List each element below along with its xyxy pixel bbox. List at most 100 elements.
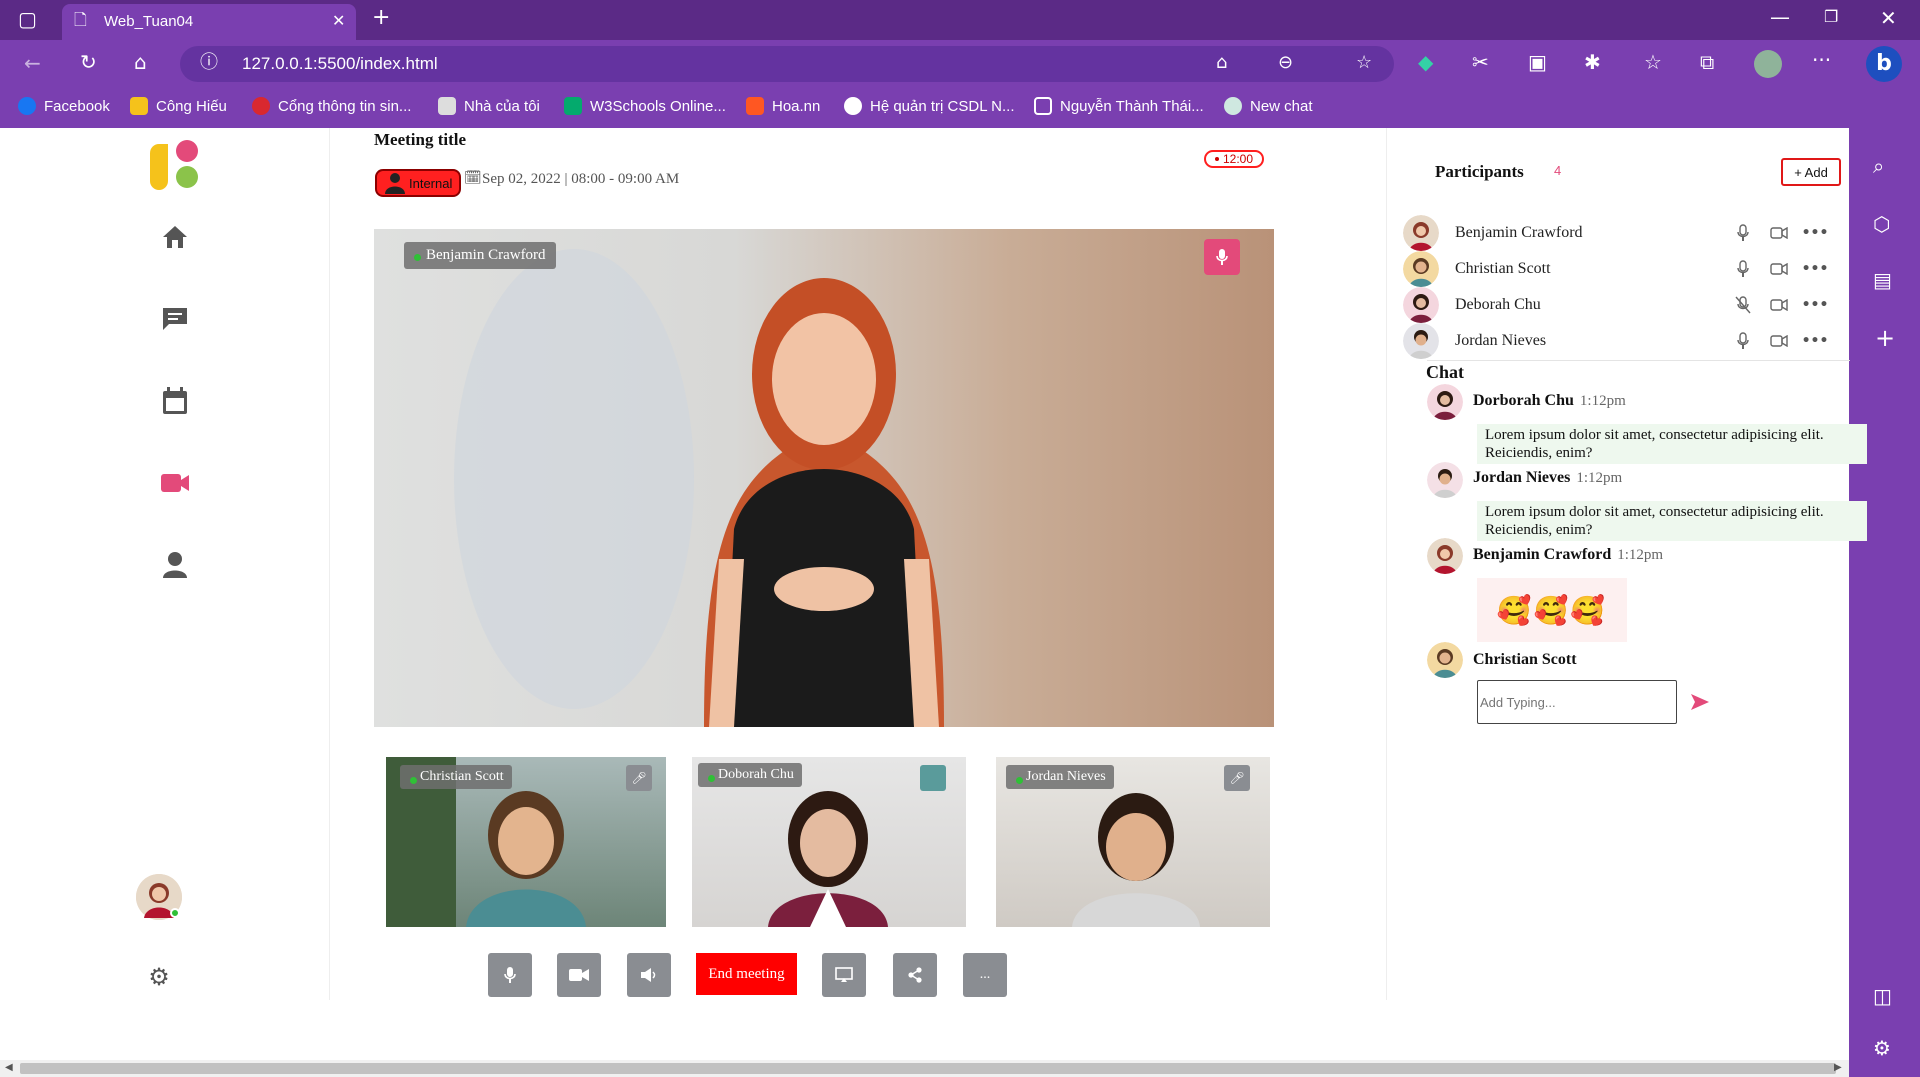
reader-icon[interactable]: ⌂ bbox=[1216, 54, 1227, 72]
more-icon[interactable]: ••• bbox=[1797, 333, 1833, 349]
camera-button[interactable] bbox=[557, 953, 601, 997]
end-meeting-button[interactable]: End meeting bbox=[696, 953, 797, 995]
nav-calendar[interactable] bbox=[160, 386, 190, 416]
mic-muted-icon[interactable] bbox=[1725, 296, 1761, 314]
nav-settings[interactable]: ⚙ bbox=[144, 962, 174, 992]
message-icon bbox=[163, 308, 187, 330]
video-tile[interactable]: Jordan Nieves 🎤︎ bbox=[996, 757, 1270, 927]
extension-icon[interactable]: ◆ bbox=[1418, 52, 1433, 72]
send-icon[interactable] bbox=[1690, 693, 1710, 711]
chat-emoji-message: 🥰🥰🥰 bbox=[1477, 578, 1627, 642]
browser-tab[interactable]: 🗋 Web_Tuan04 ✕ bbox=[62, 4, 356, 40]
avatar bbox=[1403, 323, 1439, 359]
bookmark-item[interactable]: Công Hiếu bbox=[130, 97, 227, 115]
bookmark-item[interactable]: Nhà của tôi bbox=[438, 97, 540, 115]
tile-mic-button[interactable]: 🎤︎ bbox=[626, 765, 652, 791]
video-icon[interactable] bbox=[1761, 227, 1797, 239]
scroll-left-icon[interactable]: ◀ bbox=[5, 1062, 13, 1073]
add-sidebar-icon[interactable]: + bbox=[1875, 326, 1895, 350]
nav-video[interactable] bbox=[160, 468, 190, 498]
url-field[interactable]: ⓘ 127.0.0.1:5500/index.html ⌂ ⊖ ☆ bbox=[180, 46, 1394, 82]
mic-icon[interactable] bbox=[1725, 332, 1761, 350]
restore-icon[interactable]: ❐ bbox=[1824, 9, 1838, 25]
bookmark-item[interactable]: Cổng thông tin sin... bbox=[252, 97, 411, 115]
extensions-icon[interactable]: ✱ bbox=[1584, 52, 1601, 72]
participant-row[interactable]: Benjamin Crawford ••• bbox=[1403, 215, 1843, 251]
bookmark-item[interactable]: W3Schools Online... bbox=[564, 97, 726, 115]
nav-home[interactable] bbox=[160, 222, 190, 252]
minimize-icon[interactable]: — bbox=[1770, 7, 1790, 27]
participant-row[interactable]: Deborah Chu ••• bbox=[1403, 287, 1843, 323]
more-button[interactable]: ... bbox=[963, 953, 1007, 997]
profile-avatar[interactable] bbox=[1754, 50, 1782, 78]
extension3-icon[interactable]: ▣ bbox=[1528, 52, 1547, 72]
chat-message: Lorem ipsum dolor sit amet, consectetur … bbox=[1477, 424, 1867, 464]
meeting-title: Meeting title bbox=[374, 130, 467, 149]
mic-icon[interactable] bbox=[1725, 260, 1761, 278]
home-icon[interactable]: ⌂ bbox=[134, 52, 147, 72]
copilot-icon[interactable]: ⬡ bbox=[1873, 214, 1890, 234]
back-icon[interactable]: ← bbox=[24, 53, 41, 73]
tile-mic-muted-button[interactable] bbox=[920, 765, 946, 791]
video-tile[interactable]: Christian Scott 🎤︎ bbox=[386, 757, 666, 927]
speaker-button[interactable] bbox=[627, 953, 671, 997]
new-tab-icon[interactable]: + bbox=[372, 7, 390, 29]
more-icon[interactable]: ··· bbox=[1812, 50, 1831, 70]
bookmarks-bar: Facebook Công Hiếu Cổng thông tin sin...… bbox=[0, 87, 1920, 128]
participant-row[interactable]: Jordan Nieves ••• bbox=[1403, 323, 1843, 359]
favorites-icon[interactable]: ☆ bbox=[1644, 52, 1662, 72]
bookmark-item[interactable]: Hệ quản trị CSDL N... bbox=[844, 97, 1015, 115]
bookmark-item[interactable]: Facebook bbox=[18, 97, 110, 115]
page-icon: 🗋 bbox=[74, 10, 87, 29]
scroll-thumb[interactable] bbox=[20, 1063, 1836, 1074]
favorite-icon[interactable]: ☆ bbox=[1356, 54, 1372, 72]
speaker-mic-button[interactable] bbox=[1204, 239, 1240, 275]
zoom-icon[interactable]: ⊖ bbox=[1278, 54, 1293, 72]
tile-mic-button[interactable]: 🎤︎ bbox=[1224, 765, 1250, 791]
bing-icon[interactable]: b bbox=[1866, 46, 1902, 82]
share-button[interactable] bbox=[893, 953, 937, 997]
bookmark-item[interactable]: Hoa.nn bbox=[746, 97, 820, 115]
horizontal-scrollbar[interactable]: ◀ ▶ bbox=[0, 1060, 1849, 1077]
close-tab-icon[interactable]: ✕ bbox=[332, 13, 345, 29]
info-icon[interactable]: ⓘ bbox=[200, 54, 218, 72]
video-icon[interactable] bbox=[1761, 263, 1797, 275]
app-logo bbox=[150, 140, 202, 192]
collections-icon[interactable]: ⧉ bbox=[1700, 52, 1714, 72]
extension2-icon[interactable]: ✂ bbox=[1472, 52, 1489, 72]
mic-icon[interactable] bbox=[1725, 224, 1761, 242]
outlook-icon[interactable]: ▤ bbox=[1873, 270, 1892, 290]
video-icon[interactable] bbox=[1761, 335, 1797, 347]
nav-chat[interactable] bbox=[160, 304, 190, 334]
chat-sender: Jordan Nieves 1:12pm bbox=[1473, 469, 1623, 486]
video-tile[interactable]: Doborah Chu bbox=[692, 757, 966, 927]
close-window-icon[interactable]: ✕ bbox=[1880, 8, 1897, 28]
bookmark-item[interactable]: Nguyễn Thành Thái... bbox=[1034, 97, 1204, 115]
bookmark-item[interactable]: New chat bbox=[1224, 97, 1313, 115]
avatar bbox=[1403, 215, 1439, 251]
sidebar-toggle-icon[interactable]: ◫ bbox=[1873, 986, 1892, 1006]
mic-button[interactable] bbox=[488, 953, 532, 997]
user-tag-icon bbox=[385, 173, 405, 194]
add-participant-button[interactable]: + Add bbox=[1781, 158, 1841, 186]
video-icon[interactable] bbox=[1761, 299, 1797, 311]
meeting-main: Meeting title Internal 🗓 Sep 02, 2022 | … bbox=[330, 128, 1386, 1000]
chat-message: Lorem ipsum dolor sit amet, consectetur … bbox=[1477, 501, 1867, 541]
edge-sidebar: ⌕ ⬡ ▤ + ◫ ⚙ bbox=[1849, 128, 1920, 1077]
scroll-right-icon[interactable]: ▶ bbox=[1834, 1062, 1842, 1073]
more-icon[interactable]: ••• bbox=[1797, 225, 1833, 241]
home-icon bbox=[163, 226, 187, 248]
more-icon[interactable]: ••• bbox=[1797, 297, 1833, 313]
nav-profile[interactable] bbox=[160, 550, 190, 580]
main-speaker-image bbox=[454, 249, 944, 727]
participant-row[interactable]: Christian Scott ••• bbox=[1403, 251, 1843, 287]
settings-icon[interactable]: ⚙ bbox=[1873, 1038, 1891, 1058]
chat-input[interactable] bbox=[1477, 680, 1677, 724]
refresh-icon[interactable]: ↻ bbox=[80, 52, 97, 72]
tab-actions-icon[interactable]: ▢ bbox=[18, 9, 37, 29]
search-icon[interactable]: ⌕ bbox=[1873, 156, 1884, 176]
current-user-avatar[interactable] bbox=[136, 874, 182, 920]
meeting-timer: 12:00 bbox=[1204, 150, 1264, 168]
more-icon[interactable]: ••• bbox=[1797, 261, 1833, 277]
screen-share-button[interactable] bbox=[822, 953, 866, 997]
